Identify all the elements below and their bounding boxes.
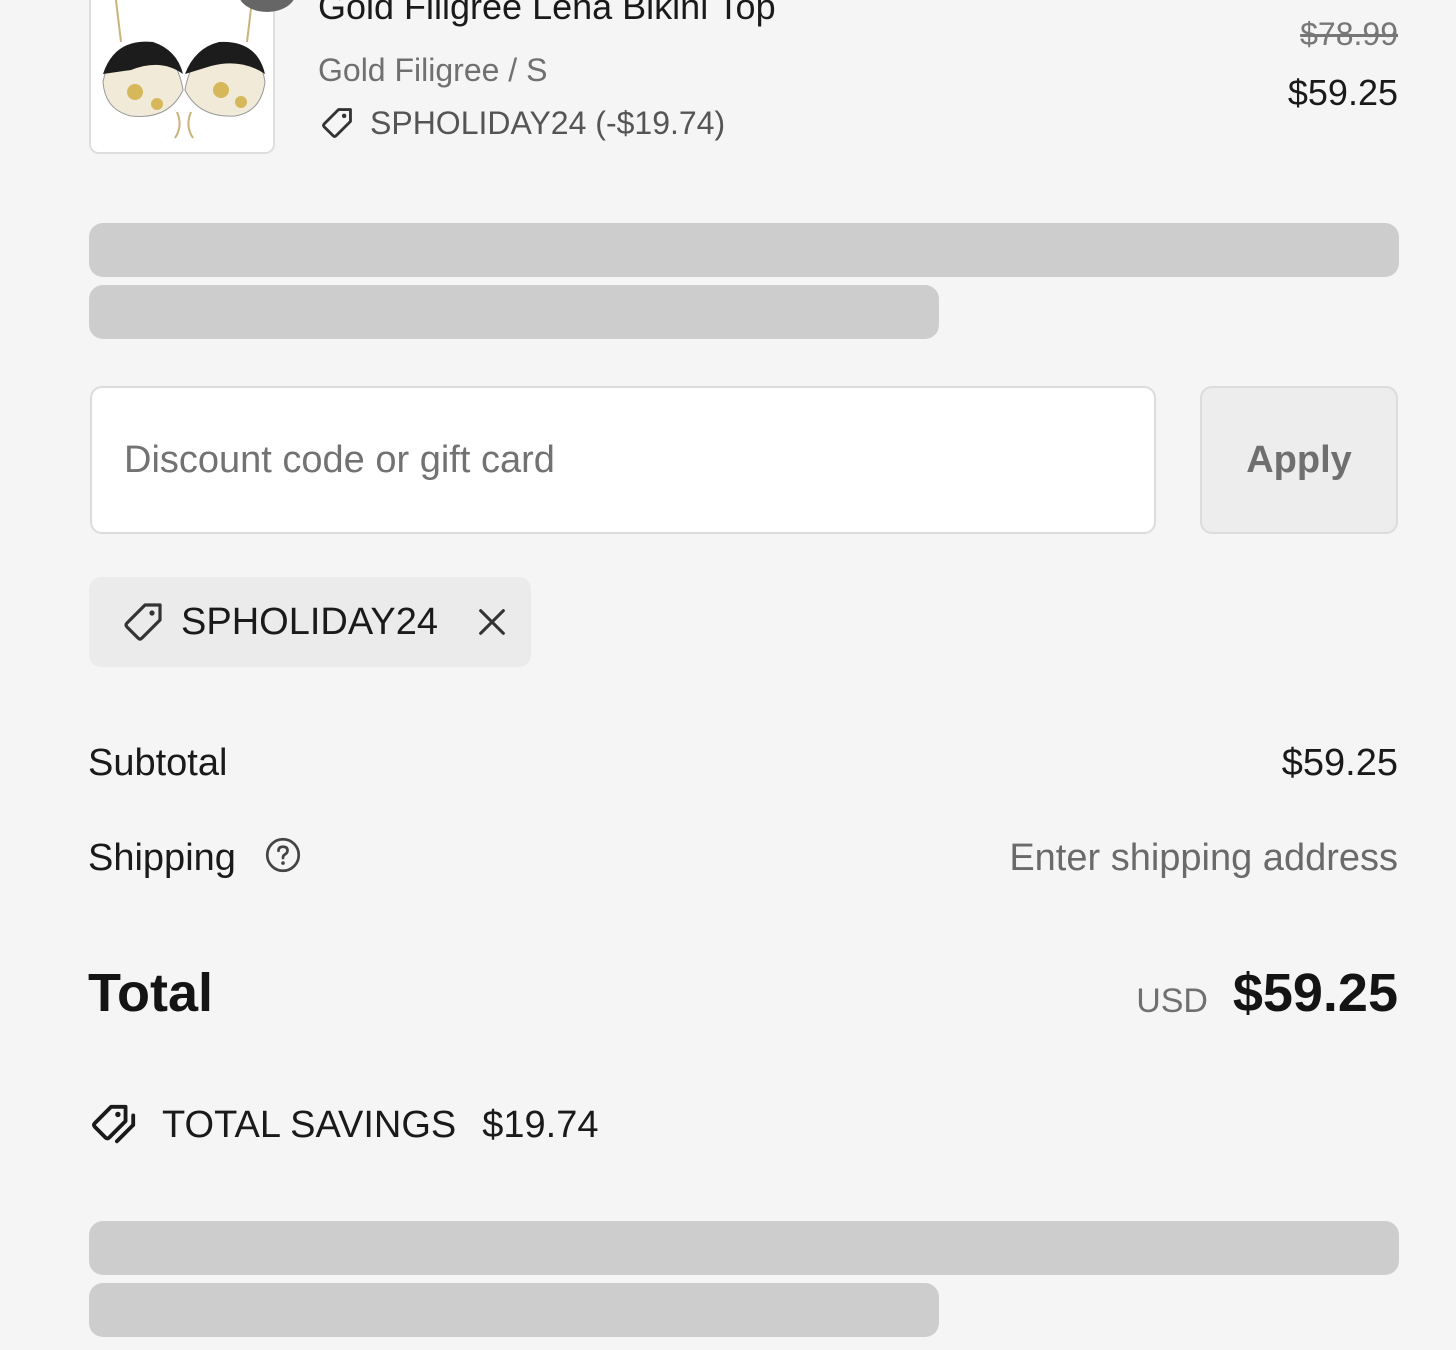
applied-code-label: SPHOLIDAY24 [181,600,438,643]
product-variant: Gold Filigree / S [318,52,548,88]
skeleton-bar [89,1283,939,1337]
shipping-value: Enter shipping address [1009,837,1398,879]
total-savings-amount: $19.74 [482,1103,599,1146]
skeleton-bar [89,285,939,339]
product-title: Gold Filigree Lena Bikini Top [318,0,776,27]
total-savings: TOTAL SAVINGS $19.74 [90,1102,598,1148]
discount-code-input[interactable] [90,386,1156,534]
applied-discount-chip: SPHOLIDAY24 [89,577,531,667]
price-current: $59.25 [1287,72,1398,113]
line-item-discount-label: SPHOLIDAY24 (-$19.74) [370,104,726,141]
tag-icon [322,108,352,138]
product-thumbnail [89,0,275,154]
tag-icon [124,603,162,641]
total-label: Total [88,963,213,1023]
line-item-discount: SPHOLIDAY24 (-$19.74) [318,104,725,142]
line-item: Gold Filigree Lena Bikini Top Gold Filig… [0,0,1456,170]
subtotal-label: Subtotal [88,742,228,784]
skeleton-bar [89,1221,1399,1275]
order-summary: Gold Filigree Lena Bikini Top Gold Filig… [0,0,1456,1350]
total-currency: USD [1136,982,1208,1020]
skeleton-bar [89,223,1399,277]
total-savings-label: TOTAL SAVINGS [162,1103,457,1146]
total-amount: $59.25 [1232,963,1398,1023]
remove-discount-button[interactable] [472,602,512,642]
subtotal-value: $59.25 [1281,742,1398,784]
bikini-top-image [91,0,273,152]
help-icon[interactable] [265,837,301,873]
close-icon [479,609,505,635]
apply-button[interactable]: Apply [1200,386,1398,534]
savings-tag-icon [92,1104,136,1144]
price-original: $78.99 [1300,16,1398,52]
shipping-label: Shipping [88,837,236,879]
